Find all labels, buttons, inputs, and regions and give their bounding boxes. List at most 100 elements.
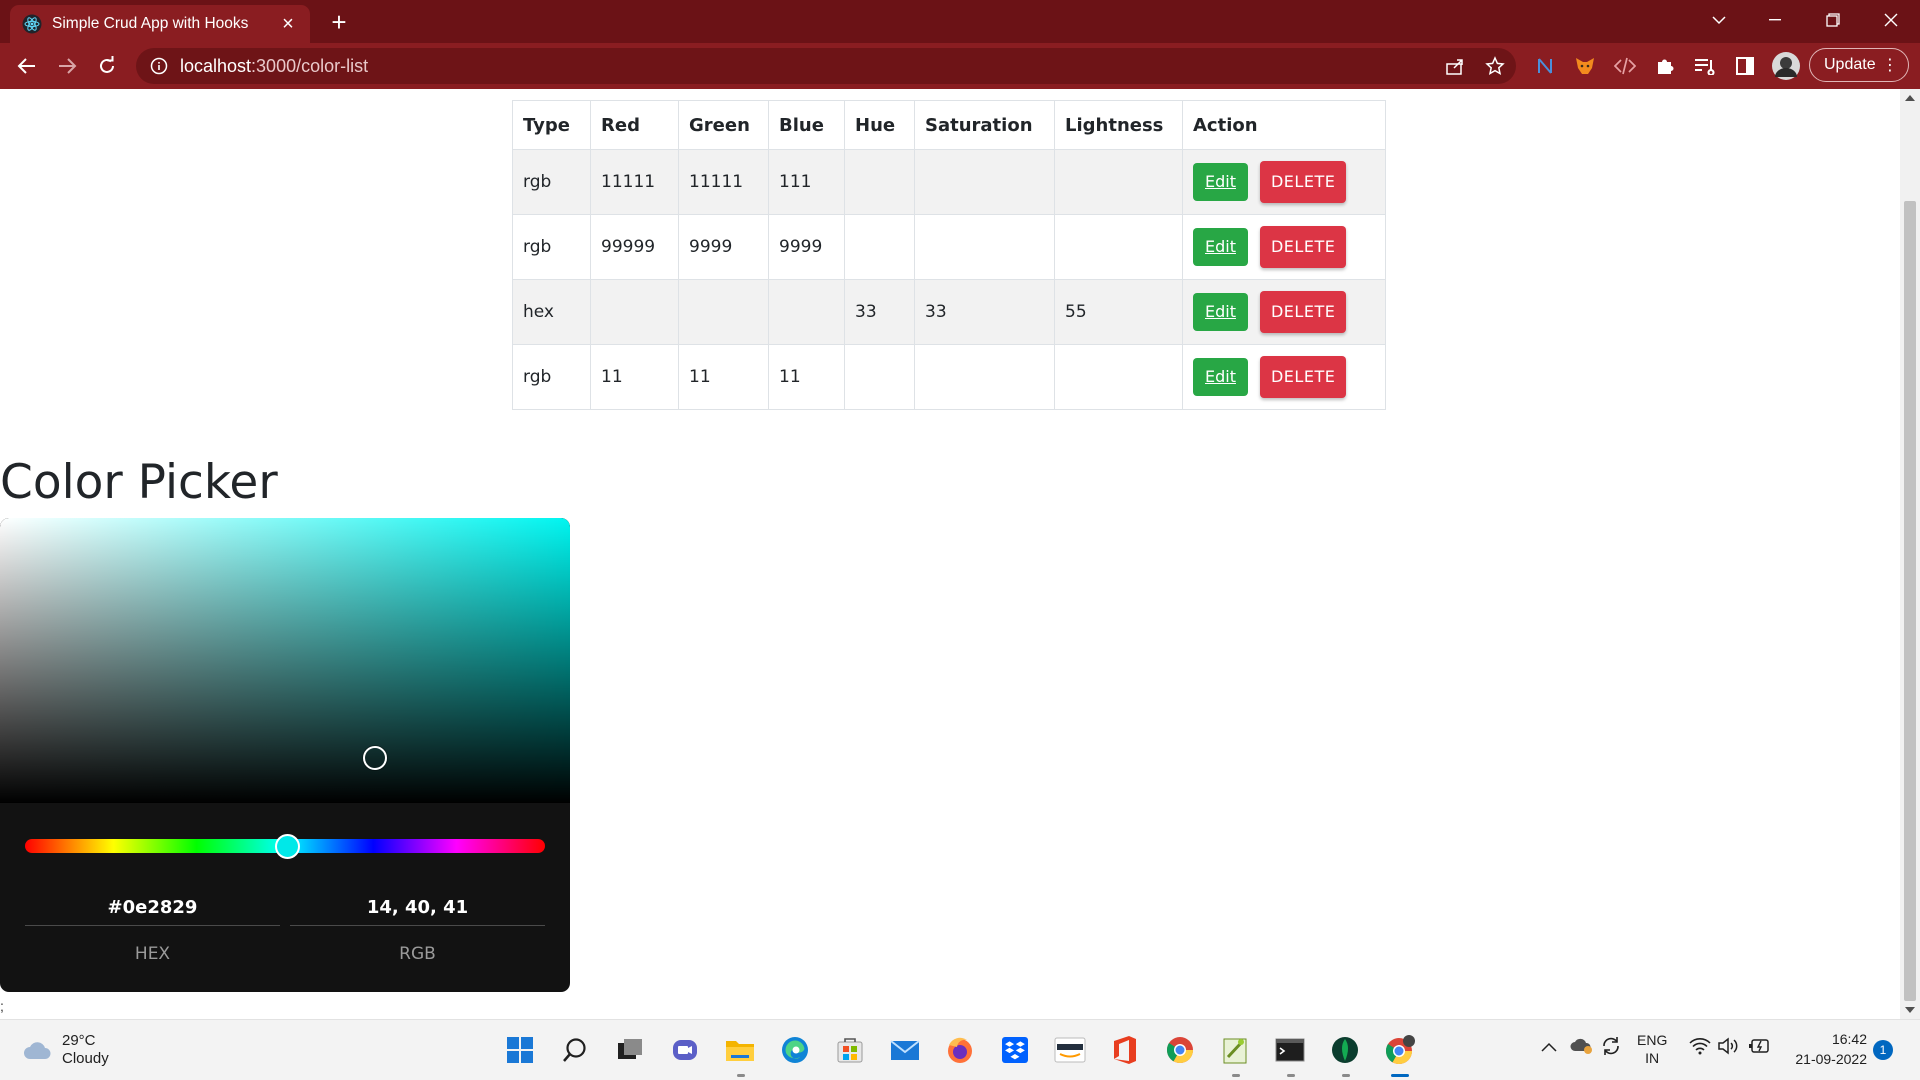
mongodb-compass-icon[interactable]: [1327, 1032, 1363, 1068]
reload-icon[interactable]: [92, 51, 122, 81]
taskbar-running-indicator: [1342, 1074, 1350, 1077]
task-view-icon[interactable]: [612, 1032, 648, 1068]
site-info-icon[interactable]: [150, 57, 168, 75]
search-icon[interactable]: [557, 1032, 593, 1068]
browser-titlebar: Simple Crud App with Hooks × +: [0, 0, 1920, 43]
rgb-value[interactable]: 14, 40, 41: [290, 890, 545, 926]
tab-search-icon[interactable]: [1694, 0, 1744, 40]
edge-browser-icon[interactable]: [777, 1032, 813, 1068]
cell-type: rgb: [512, 344, 591, 410]
tab-close-icon[interactable]: ×: [278, 13, 298, 35]
page-scrollbar[interactable]: [1900, 89, 1920, 1019]
cell-action: Edit DELETE: [1182, 149, 1386, 215]
chrome-profile-icon[interactable]: [1382, 1032, 1418, 1068]
office-icon[interactable]: [1107, 1032, 1143, 1068]
url-path: :3000/color-list: [251, 55, 369, 76]
page-content: Type Red Green Blue Hue Saturation Light…: [0, 89, 1900, 1019]
delete-button[interactable]: DELETE: [1259, 161, 1347, 203]
cell-action: Edit DELETE: [1182, 344, 1386, 410]
scroll-up-arrow-icon[interactable]: [1905, 95, 1915, 101]
cell-green: 9999: [678, 214, 769, 280]
restore-button[interactable]: [1808, 0, 1858, 40]
cell-action: Edit DELETE: [1182, 279, 1386, 345]
taskbar-running-indicator: [737, 1074, 745, 1077]
bookmark-star-icon[interactable]: [1482, 53, 1508, 79]
saturation-cursor[interactable]: [363, 746, 387, 770]
cell-hue: [844, 344, 915, 410]
minimize-button[interactable]: [1750, 0, 1800, 40]
cell-red: 11111: [590, 149, 679, 215]
metamask-fox-icon[interactable]: [1572, 53, 1598, 79]
wifi-icon[interactable]: [1689, 1037, 1711, 1058]
saturation-area[interactable]: [0, 518, 570, 803]
weather-condition: Cloudy: [62, 1050, 109, 1067]
table-row: rgb 11111 11111 111 Edit DELETE: [512, 149, 1386, 215]
firefox-icon[interactable]: [942, 1032, 978, 1068]
code-extension-icon[interactable]: [1612, 53, 1638, 79]
cell-type: rgb: [512, 149, 591, 215]
cell-type: hex: [512, 279, 591, 345]
cell-action: Edit DELETE: [1182, 214, 1386, 280]
windows-start-icon[interactable]: [502, 1032, 538, 1068]
chrome-icon[interactable]: [1162, 1032, 1198, 1068]
cell-lightness: [1054, 149, 1183, 215]
weather-widget[interactable]: 29°C Cloudy: [22, 1032, 109, 1068]
extensions-puzzle-icon[interactable]: [1652, 53, 1678, 79]
cell-red: [590, 279, 679, 345]
cell-red: 99999: [590, 214, 679, 280]
edit-button[interactable]: Edit: [1193, 163, 1248, 201]
side-panel-icon[interactable]: [1732, 53, 1758, 79]
cell-green: [678, 279, 769, 345]
file-explorer-icon[interactable]: [722, 1032, 758, 1068]
windows-taskbar: 29°C Cloudy ENG IN 16:42 21-09-2022 1: [0, 1019, 1920, 1080]
region-code: IN: [1645, 1050, 1660, 1066]
teams-chat-icon[interactable]: [667, 1032, 703, 1068]
cell-type: rgb: [512, 214, 591, 280]
scroll-down-arrow-icon[interactable]: [1905, 1007, 1915, 1013]
cell-blue: [768, 279, 845, 345]
edit-button[interactable]: Edit: [1193, 358, 1248, 396]
notification-badge[interactable]: 1: [1873, 1040, 1893, 1060]
tray-overflow-chevron-icon[interactable]: [1541, 1039, 1557, 1055]
system-clock[interactable]: 16:42 21-09-2022: [1785, 1029, 1867, 1069]
edit-button[interactable]: Edit: [1193, 293, 1248, 331]
back-arrow-icon[interactable]: [12, 51, 42, 81]
delete-button[interactable]: DELETE: [1259, 356, 1347, 398]
share-icon[interactable]: [1442, 53, 1468, 79]
update-button[interactable]: Update ⋮: [1809, 48, 1909, 82]
clock-time: 16:42: [1831, 1031, 1867, 1047]
forward-arrow-icon[interactable]: [52, 51, 82, 81]
hex-field[interactable]: #0e2829 HEX: [25, 890, 280, 964]
url-host: localhost: [180, 55, 252, 76]
battery-icon[interactable]: [1749, 1037, 1771, 1058]
reading-list-icon[interactable]: [1692, 53, 1718, 79]
address-bar[interactable]: localhost:3000/color-list: [136, 48, 1516, 84]
new-tab-button[interactable]: +: [325, 8, 353, 36]
terminal-icon[interactable]: [1272, 1032, 1308, 1068]
notepad-plus-icon[interactable]: [1217, 1032, 1253, 1068]
browser-tab-active[interactable]: Simple Crud App with Hooks ×: [10, 5, 310, 43]
profile-avatar[interactable]: [1770, 50, 1802, 82]
microsoft-store-icon[interactable]: [832, 1032, 868, 1068]
table-row: rgb 11 11 11 Edit DELETE: [512, 344, 1386, 410]
scrollbar-thumb[interactable]: [1904, 201, 1916, 1001]
delete-button[interactable]: DELETE: [1259, 291, 1347, 333]
onedrive-cloud-icon[interactable]: [1569, 1036, 1593, 1057]
delete-button[interactable]: DELETE: [1259, 226, 1347, 268]
amazon-icon[interactable]: [1052, 1032, 1088, 1068]
cell-green: 11: [678, 344, 769, 410]
language-indicator[interactable]: ENG IN: [1637, 1031, 1667, 1067]
hex-value[interactable]: #0e2829: [25, 890, 280, 926]
close-window-button[interactable]: [1866, 0, 1916, 40]
mail-icon[interactable]: [887, 1032, 923, 1068]
more-menu-icon[interactable]: ⋮: [1882, 55, 1898, 75]
sync-icon[interactable]: [1600, 1035, 1622, 1060]
volume-icon[interactable]: [1718, 1037, 1740, 1058]
cell-lightness: [1054, 214, 1183, 280]
edit-button[interactable]: Edit: [1193, 228, 1248, 266]
dropbox-icon[interactable]: [997, 1032, 1033, 1068]
rgb-field[interactable]: 14, 40, 41 RGB: [290, 890, 545, 964]
hue-slider-thumb[interactable]: [275, 834, 300, 859]
cloud-icon: [24, 1042, 51, 1059]
notion-extension-icon[interactable]: [1532, 53, 1558, 79]
